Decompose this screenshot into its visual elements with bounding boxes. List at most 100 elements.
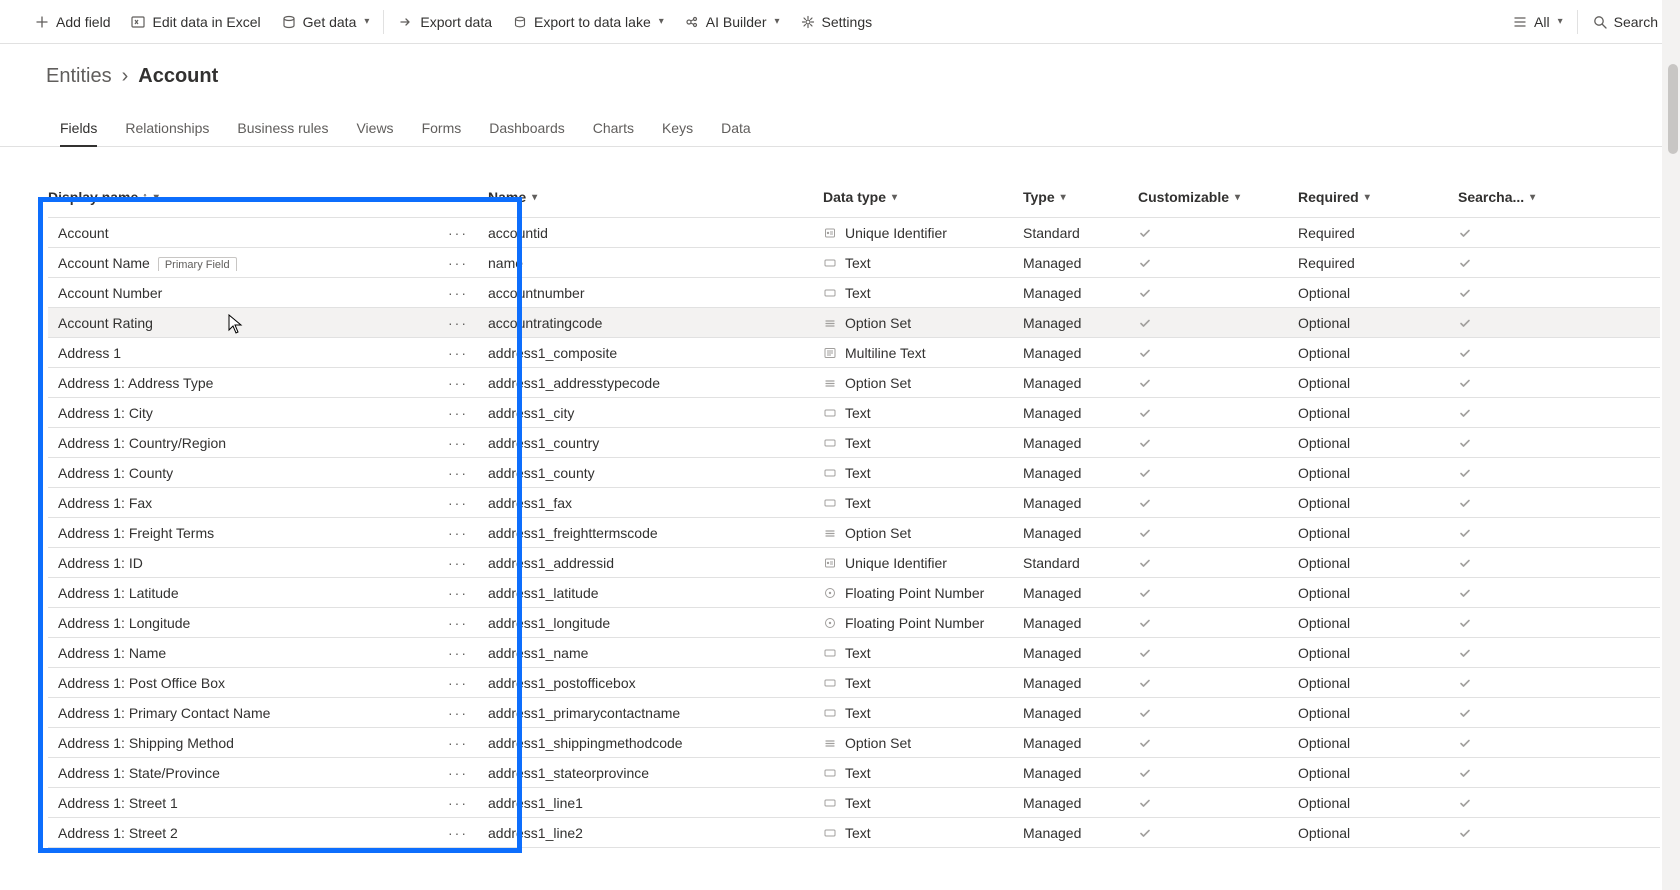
table-row[interactable]: Address 1···address1_compositeMultiline … — [48, 338, 1660, 368]
plus-icon — [34, 14, 50, 30]
table-row[interactable]: Address 1: Latitude···address1_latitudeF… — [48, 578, 1660, 608]
settings-button[interactable]: Settings — [790, 0, 883, 43]
table-row[interactable]: Address 1: Country/Region···address1_cou… — [48, 428, 1660, 458]
table-row[interactable]: Address 1: Primary Contact Name···addres… — [48, 698, 1660, 728]
search-button[interactable]: Search — [1582, 0, 1668, 43]
searchable-cell — [1458, 586, 1558, 600]
more-actions-button[interactable]: ··· — [444, 525, 472, 541]
more-actions-button[interactable]: ··· — [444, 435, 472, 451]
col-header-display-name[interactable]: Display name ↑ ▾ — [48, 189, 478, 205]
more-actions-button[interactable]: ··· — [444, 585, 472, 601]
searchable-cell — [1458, 346, 1558, 360]
table-row[interactable]: Address 1: Post Office Box···address1_po… — [48, 668, 1660, 698]
scrollbar-thumb[interactable] — [1668, 64, 1678, 154]
datatype-icon — [823, 556, 837, 570]
table-row[interactable]: Address 1: ID···address1_addressidUnique… — [48, 548, 1660, 578]
table-row[interactable]: Address 1: Shipping Method···address1_sh… — [48, 728, 1660, 758]
searchable-cell — [1458, 256, 1558, 270]
tab-charts[interactable]: Charts — [579, 114, 648, 146]
export-to-data-lake-button[interactable]: Export to data lake▾ — [502, 0, 674, 43]
table-row[interactable]: Address 1: Address Type···address1_addre… — [48, 368, 1660, 398]
datatype-cell: Floating Point Number — [845, 585, 984, 601]
col-header-data-type[interactable]: Data type ▾ — [823, 189, 1023, 205]
table-row[interactable]: Account NamePrimary Field···nameTextMana… — [48, 248, 1660, 278]
more-actions-button[interactable]: ··· — [444, 285, 472, 301]
col-header-customizable[interactable]: Customizable ▾ — [1138, 189, 1298, 205]
col-header-searchable[interactable]: Searcha... ▾ — [1458, 189, 1558, 205]
breadcrumb-current: Account — [138, 65, 218, 88]
more-actions-button[interactable]: ··· — [444, 765, 472, 781]
export-data-button[interactable]: Export data — [388, 0, 502, 43]
col-header-required[interactable]: Required ▾ — [1298, 189, 1458, 205]
more-actions-button[interactable]: ··· — [444, 675, 472, 691]
tab-relationships[interactable]: Relationships — [111, 114, 223, 146]
customizable-cell — [1138, 826, 1298, 840]
more-actions-button[interactable]: ··· — [444, 315, 472, 331]
table-row[interactable]: Address 1: State/Province···address1_sta… — [48, 758, 1660, 788]
table-row[interactable]: Account Rating···accountratingcodeOption… — [48, 308, 1660, 338]
tab-views[interactable]: Views — [342, 114, 407, 146]
tab-forms[interactable]: Forms — [408, 114, 476, 146]
chevron-down-icon: ▾ — [1365, 192, 1370, 203]
add-field-button[interactable]: Add field — [24, 0, 120, 43]
name-cell: address1_stateorprovince — [478, 765, 823, 781]
name-cell: accountnumber — [478, 285, 823, 301]
tab-dashboards[interactable]: Dashboards — [475, 114, 579, 146]
tab-business-rules[interactable]: Business rules — [223, 114, 342, 146]
searchable-cell — [1458, 466, 1558, 480]
tab-keys[interactable]: Keys — [648, 114, 707, 146]
view-filter-button[interactable]: All ▾ — [1502, 0, 1573, 43]
more-actions-button[interactable]: ··· — [444, 705, 472, 721]
table-row[interactable]: Address 1: Street 2···address1_line2Text… — [48, 818, 1660, 848]
breadcrumb-parent[interactable]: Entities — [46, 65, 112, 88]
more-actions-button[interactable]: ··· — [444, 405, 472, 421]
table-row[interactable]: Account···accountidUnique IdentifierStan… — [48, 218, 1660, 248]
tab-data[interactable]: Data — [707, 114, 765, 146]
datatype-cell: Text — [845, 255, 871, 271]
datatype-icon — [823, 766, 837, 780]
customizable-cell — [1138, 496, 1298, 510]
chevron-down-icon: ▾ — [1558, 16, 1563, 27]
more-actions-button[interactable]: ··· — [444, 615, 472, 631]
type-cell: Managed — [1023, 825, 1138, 841]
col-header-type[interactable]: Type ▾ — [1023, 189, 1138, 205]
scrollbar-track[interactable] — [1662, 0, 1680, 890]
tab-fields[interactable]: Fields — [46, 114, 111, 146]
table-row[interactable]: Address 1: County···address1_countyTextM… — [48, 458, 1660, 488]
type-cell: Managed — [1023, 375, 1138, 391]
table-row[interactable]: Address 1: Longitude···address1_longitud… — [48, 608, 1660, 638]
more-actions-button[interactable]: ··· — [444, 735, 472, 751]
datatype-cell: Option Set — [845, 375, 911, 391]
col-header-name[interactable]: Name ▾ — [478, 189, 823, 205]
more-actions-button[interactable]: ··· — [444, 255, 472, 271]
more-actions-button[interactable]: ··· — [444, 795, 472, 811]
searchable-cell — [1458, 736, 1558, 750]
datatype-icon — [823, 466, 837, 480]
more-actions-button[interactable]: ··· — [444, 225, 472, 241]
table-row[interactable]: Address 1: City···address1_cityTextManag… — [48, 398, 1660, 428]
get-data-button[interactable]: Get data▾ — [271, 0, 380, 43]
datatype-cell: Text — [845, 405, 871, 421]
table-row[interactable]: Address 1: Name···address1_nameTextManag… — [48, 638, 1660, 668]
more-actions-button[interactable]: ··· — [444, 825, 472, 841]
sort-asc-icon: ↑ — [142, 191, 148, 203]
more-actions-button[interactable]: ··· — [444, 465, 472, 481]
table-row[interactable]: Address 1: Street 1···address1_line1Text… — [48, 788, 1660, 818]
searchable-cell — [1458, 406, 1558, 420]
name-cell: address1_county — [478, 465, 823, 481]
type-cell: Managed — [1023, 465, 1138, 481]
ai-builder-button[interactable]: AI Builder▾ — [674, 0, 790, 43]
table-row[interactable]: Address 1: Freight Terms···address1_frei… — [48, 518, 1660, 548]
table-row[interactable]: Address 1: Fax···address1_faxTextManaged… — [48, 488, 1660, 518]
more-actions-button[interactable]: ··· — [444, 345, 472, 361]
datatype-icon — [823, 286, 837, 300]
edit-data-in-excel-button[interactable]: Edit data in Excel — [120, 0, 270, 43]
customizable-cell — [1138, 706, 1298, 720]
more-actions-button[interactable]: ··· — [444, 555, 472, 571]
table-row[interactable]: Account Number···accountnumberTextManage… — [48, 278, 1660, 308]
chevron-down-icon: ▾ — [532, 192, 537, 203]
more-actions-button[interactable]: ··· — [444, 375, 472, 391]
more-actions-button[interactable]: ··· — [444, 645, 472, 661]
searchable-cell — [1458, 496, 1558, 510]
more-actions-button[interactable]: ··· — [444, 495, 472, 511]
